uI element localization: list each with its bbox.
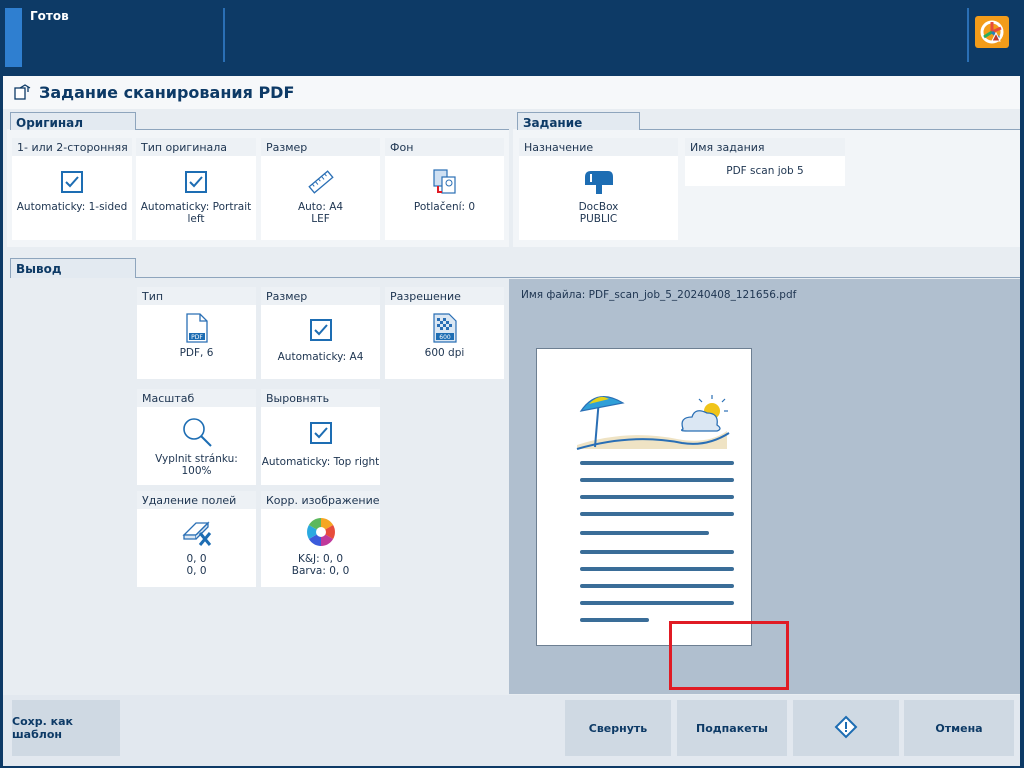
checkbox-icon: [309, 319, 332, 341]
action-bar: Сохр. как шаблон Свернуть Подпакеты Отме…: [3, 695, 1020, 766]
tile-destination[interactable]: Назначение DocBox PUBLIC: [519, 138, 678, 240]
divider: [967, 8, 969, 62]
file-name: Имя файла: PDF_scan_job_5_20240408_12165…: [521, 289, 797, 301]
tile-label: Имя задания: [685, 138, 845, 156]
tile-label: Удаление полей: [137, 491, 256, 509]
tile-value: Automaticky: A4: [277, 351, 364, 363]
tile-sides[interactable]: 1- или 2-сторонняя Automaticky: 1-sided: [12, 138, 132, 240]
tile-edge-erase[interactable]: Удаление полей 0, 0 0, 0: [137, 491, 256, 587]
tile-output-size[interactable]: Размер Automaticky: A4: [261, 287, 380, 379]
top-status-bar: Готов: [0, 0, 1024, 75]
svg-text:600: 600: [439, 334, 451, 341]
tile-label: Масштаб: [137, 389, 256, 407]
tab-underline: [136, 129, 509, 130]
scan-job-icon: [14, 84, 32, 103]
collapse-button[interactable]: Свернуть: [565, 700, 671, 756]
tab-underline: [136, 277, 1020, 278]
info-icon: [834, 715, 858, 742]
tile-value: Automaticky: Portrait left: [140, 201, 252, 225]
highlight-frame: [669, 621, 789, 690]
tile-original-type[interactable]: Тип оригинала Automaticky: Portrait left: [136, 138, 256, 240]
tile-label: Разрешение: [385, 287, 504, 305]
tab-output[interactable]: Вывод: [10, 258, 136, 278]
svg-text:PDF: PDF: [191, 334, 203, 341]
tile-scale[interactable]: Масштаб Vyplnit stránku: 100%: [137, 389, 256, 485]
tile-value: DocBox PUBLIC: [578, 201, 619, 225]
tile-value: Vyplnit stránku: 100%: [155, 453, 238, 477]
status-indicator: [5, 8, 22, 67]
tile-value: Auto: A4 LEF: [297, 201, 344, 225]
tile-label: Корр. изображение: [261, 491, 380, 509]
title-row: Задание сканирования PDF: [3, 76, 1020, 109]
scan-job-panel: Задание сканирования PDF Оригинал 1- или…: [3, 76, 1020, 766]
tile-value: Automaticky: 1-sided: [16, 201, 128, 213]
divider: [223, 8, 225, 62]
tile-value: 600 dpi: [424, 347, 465, 359]
tile-value: Automaticky: Top right: [261, 456, 380, 468]
tab-original[interactable]: Оригинал: [10, 112, 136, 130]
tile-resolution[interactable]: Разрешение 600 600 dpi: [385, 287, 504, 379]
tile-label: Выровнять: [261, 389, 380, 407]
checkbox-icon: [185, 171, 207, 193]
tab-job[interactable]: Задание: [517, 112, 640, 130]
page-preview[interactable]: [536, 348, 752, 646]
tile-label: 1- или 2-сторонняя: [12, 138, 132, 156]
erase-edges-icon: [180, 517, 214, 547]
tile-value: 0, 0 0, 0: [186, 553, 207, 577]
tile-label: Размер: [261, 138, 380, 156]
zoom-icon: [181, 417, 213, 447]
background-icon: [431, 169, 459, 195]
tile-label: Тип: [137, 287, 256, 305]
page-title: Задание сканирования PDF: [39, 83, 295, 102]
tile-value: PDF, 6: [179, 347, 214, 359]
tile-size[interactable]: Размер Auto: A4 LEF: [261, 138, 380, 240]
tab-underline: [640, 129, 1020, 130]
tile-background[interactable]: Фон Potlačení: 0: [385, 138, 504, 240]
tile-label: Размер: [261, 287, 380, 305]
tile-label: Тип оригинала: [136, 138, 256, 156]
tile-image-correction[interactable]: Корр. изображение K&J: 0, 0 Barva: 0, 0: [261, 491, 380, 587]
checkbox-icon: [61, 171, 83, 193]
ruler-icon: [307, 169, 335, 195]
tile-align[interactable]: Выровнять Automaticky: Top right: [261, 389, 380, 485]
tile-job-name[interactable]: Имя задания PDF scan job 5: [685, 138, 845, 186]
tile-value: K&J: 0, 0 Barva: 0, 0: [291, 553, 350, 577]
cancel-button[interactable]: Отмена: [904, 700, 1014, 756]
checkbox-icon: [309, 422, 332, 444]
subsets-button[interactable]: Подпакеты: [677, 700, 787, 756]
save-template-button[interactable]: Сохр. как шаблон: [12, 700, 120, 756]
tile-value: Potlačení: 0: [413, 201, 476, 213]
color-wheel-icon: [305, 517, 337, 547]
mailbox-icon: [582, 169, 616, 195]
status-text: Готов: [30, 9, 69, 23]
pdf-file-icon: PDF: [185, 313, 209, 343]
tile-output-type[interactable]: Тип PDF PDF, 6: [137, 287, 256, 379]
app-icon[interactable]: [975, 16, 1009, 48]
resolution-icon: 600: [432, 313, 458, 343]
info-button[interactable]: [793, 700, 899, 756]
tile-label: Фон: [385, 138, 504, 156]
tile-value: PDF scan job 5: [726, 165, 804, 177]
tile-label: Назначение: [519, 138, 678, 156]
